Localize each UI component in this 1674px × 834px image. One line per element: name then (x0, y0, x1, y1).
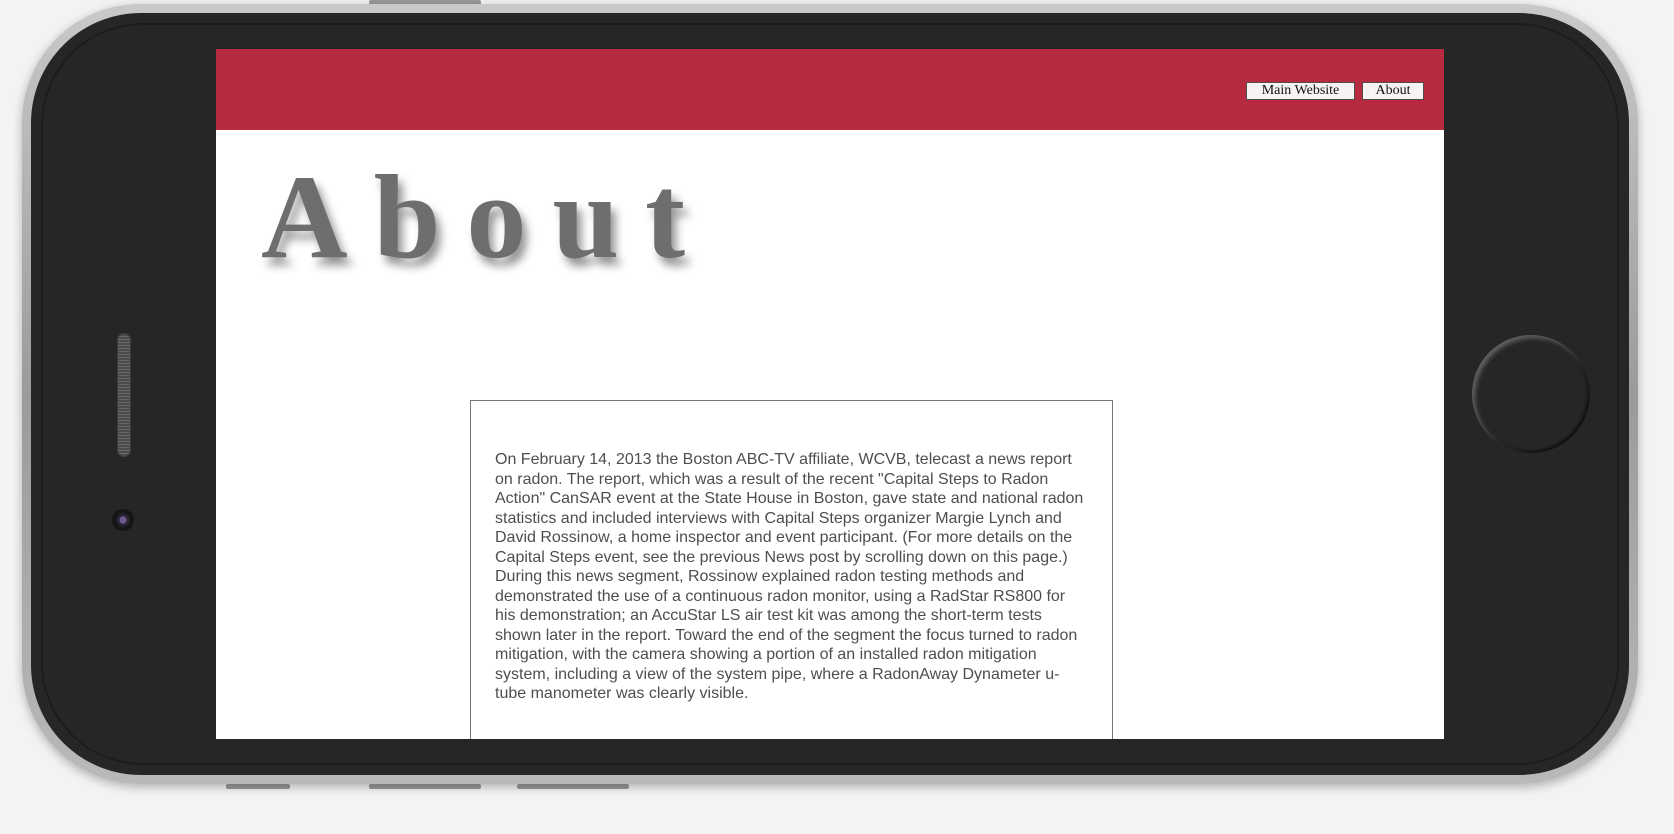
speaker-grille-icon (117, 333, 131, 457)
phone-side-button-right (517, 784, 629, 789)
page-title: About (261, 150, 712, 283)
front-camera-icon (112, 509, 134, 531)
article-text: On February 14, 2013 the Boston ABC-TV a… (495, 451, 1084, 702)
about-button[interactable]: About (1362, 82, 1424, 100)
article-box: On February 14, 2013 the Boston ABC-TV a… (470, 400, 1113, 739)
phone-side-button-middle (369, 784, 481, 789)
phone-screen: Main Website About About On February 14,… (216, 49, 1444, 739)
main-website-button[interactable]: Main Website (1246, 82, 1355, 100)
home-button-icon[interactable] (1472, 335, 1590, 453)
phone-side-button-left (226, 784, 290, 789)
header-bar: Main Website About (216, 49, 1444, 130)
